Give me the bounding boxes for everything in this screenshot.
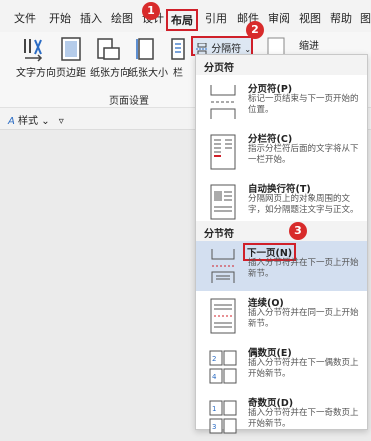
menu-insert[interactable]: 插入 [80, 10, 102, 26]
continuous-icon [210, 298, 236, 334]
odd-page-icon: 1 3 [209, 400, 237, 434]
odd-page-option[interactable]: 1 3 奇数页(D) 插入分节符并在下一奇数页上开始新节。 [196, 391, 367, 441]
text-wrapping-icon [210, 184, 236, 220]
menu-home[interactable]: 开始 [49, 10, 71, 26]
styles-button[interactable]: A 样式 ⌄ ▿ [8, 112, 64, 127]
margins-button[interactable]: 页边距 [56, 32, 86, 102]
menu-view[interactable]: 视图 [299, 10, 321, 26]
page-break-icon [210, 85, 236, 119]
menu-more[interactable]: 图 [360, 10, 371, 26]
step-marker-3: 3 [289, 222, 307, 240]
even-page-icon: 2 4 [209, 350, 237, 384]
next-page-option[interactable]: 下一页(N) 插入分节符并在下一页上开始新节。 [196, 241, 367, 291]
margins-icon [61, 37, 81, 61]
menu-review[interactable]: 审阅 [268, 10, 290, 26]
orientation-icon [97, 38, 120, 60]
text-direction-button[interactable]: 文字方向 [16, 32, 56, 102]
menu-references[interactable]: 引用 [205, 10, 227, 26]
svg-text:3: 3 [212, 423, 216, 431]
pin-icon: ▿ [58, 116, 64, 127]
next-page-icon [211, 249, 235, 283]
text-wrapping-option[interactable]: 自动换行符(T) 分隔网页上的对象周围的文字，如分隔题注文字与正文。 [196, 177, 367, 227]
step-marker-1: 1 [142, 2, 160, 20]
svg-text:1: 1 [212, 405, 216, 413]
menu-layout[interactable]: 布局 [166, 9, 198, 31]
even-page-option[interactable]: 2 4 偶数页(E) 插入分节符并在下一偶数页上开始新节。 [196, 341, 367, 391]
breaks-dropdown: 分页符 分页符(P) 标记一页结束与下一页开始的位置。 分栏符(C) 指示分栏符… [195, 54, 368, 434]
indent-label: 缩进 [299, 41, 319, 52]
breaks-button[interactable]: 分隔符 ⌄ [191, 36, 253, 56]
menu-draw[interactable]: 绘图 [111, 10, 133, 26]
page-setup-group-label: 页面设置 [109, 96, 149, 107]
menu-bar: 文件 开始 插入 绘图 设计 布局 引用 邮件 审阅 视图 帮助 图 [0, 0, 371, 32]
step-marker-2: 2 [246, 21, 264, 39]
chevron-down-icon: ⌄ [41, 116, 50, 127]
column-break-icon [210, 134, 236, 170]
svg-text:2: 2 [212, 355, 216, 363]
text-direction-icon [24, 39, 43, 62]
svg-text:4: 4 [212, 373, 217, 381]
menu-file[interactable]: 文件 [14, 10, 36, 26]
chevron-down-icon: ⌄ [244, 45, 252, 54]
continuous-option[interactable]: 连续(O) 插入分节符并在同一页上开始新节。 [196, 291, 367, 341]
page-breaks-header: 分页符 [196, 55, 367, 75]
size-icon [136, 38, 154, 60]
styles-icon: A [8, 116, 15, 127]
columns-icon [171, 38, 185, 60]
section-breaks-header: 分节符 [196, 221, 367, 241]
column-break-option[interactable]: 分栏符(C) 指示分栏符后面的文字将从下一栏开始。 [196, 127, 367, 177]
menu-help[interactable]: 帮助 [330, 10, 352, 26]
page-break-option[interactable]: 分页符(P) 标记一页结束与下一页开始的位置。 [196, 77, 367, 127]
